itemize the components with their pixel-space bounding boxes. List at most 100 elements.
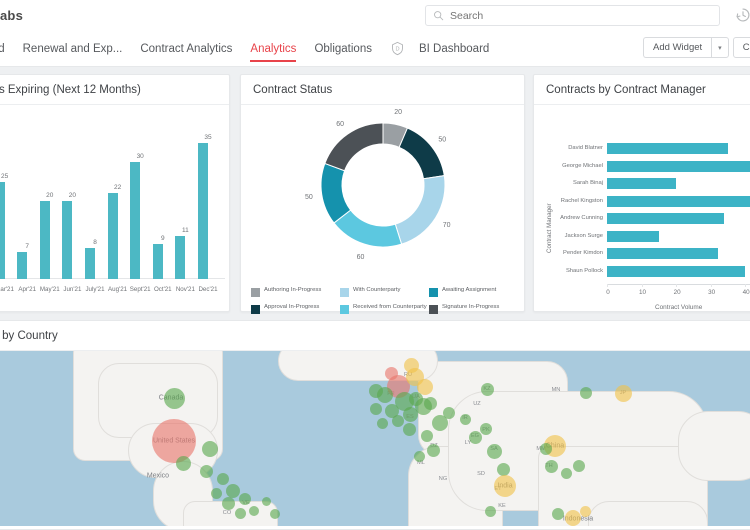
tab-contract-analytics[interactable]: Contract Analytics [140,31,232,67]
map-bubble[interactable] [369,384,383,398]
bar-Apr'21[interactable] [17,251,28,279]
map-bubble[interactable] [579,505,591,517]
map-bubble[interactable] [552,508,564,520]
map-bubble[interactable] [540,443,552,455]
bar-Mar'21[interactable] [0,181,5,279]
clock-history-icon[interactable] [735,7,750,23]
map-landmass [588,501,708,526]
donut-slice-with-counterparty[interactable] [394,175,446,245]
bar-Oct'21[interactable] [152,243,163,279]
map-bubble[interactable] [468,430,482,444]
bar-Jun'21[interactable] [62,201,73,279]
donut-value-label: 60 [357,254,365,261]
map-bubble[interactable] [496,462,510,476]
bar-May'21[interactable] [39,201,50,279]
map-bubble[interactable] [234,507,246,519]
hbar-shaun-pollock[interactable] [607,265,746,277]
legend-item-signature-in-progress[interactable]: Signature In-Progress [429,304,516,314]
donut-slice-signature-in-progress[interactable] [324,122,384,172]
map-country-label-ke: KE [498,503,506,509]
create-button[interactable]: Cre [732,37,750,58]
legend-item-with-counterparty[interactable]: With Counterparty [340,287,427,297]
map-bubble[interactable] [403,357,419,373]
bar-value-label: 30 [136,153,144,161]
map-bubble[interactable] [221,496,235,510]
bar-Nov'21[interactable] [175,236,186,279]
map-bubble[interactable] [384,366,398,380]
tab-renewal-and-expiry[interactable]: Renewal and Exp... [23,31,123,67]
map-bubble[interactable] [409,392,423,406]
hbar-george-michael[interactable] [607,160,750,172]
bar-Aug'21[interactable] [107,193,118,279]
donut-value-label: 70 [443,222,451,229]
map-bubble[interactable] [614,384,632,402]
nav-actions: Add Widget ▾ Cre [643,37,750,58]
hbar-rachel-kingston[interactable] [607,195,750,207]
map-bubble[interactable] [392,415,404,427]
donut-legend: Authoring In-Progress With Counterparty Aw… [251,287,516,314]
map-bubble[interactable] [423,396,437,410]
map-bubble[interactable] [226,484,240,498]
map-bubble[interactable] [199,464,213,478]
map-bubble[interactable] [217,473,229,485]
tab-obligation-badge[interactable]: D [390,31,405,67]
map-bubble[interactable] [152,419,196,463]
legend-item-approval-in-progress[interactable]: Approval In-Progress [251,304,338,314]
panel-title-contracts-by-manager: Contracts by Contract Manager [534,75,750,105]
legend-item-awaiting-assignment[interactable]: Awaiting Assignment [429,287,516,297]
map-bubble[interactable] [402,422,416,436]
map-bubble[interactable] [249,506,259,516]
map-bubble[interactable] [210,487,222,499]
bar-Dec'21[interactable] [198,142,208,279]
map-bubble[interactable] [239,493,251,505]
map-bubble[interactable] [163,387,185,409]
hbar-david-blatner[interactable] [607,143,728,154]
tab-bi-dashboard[interactable]: BI Dashboard [419,31,489,67]
map-bubble[interactable] [443,407,455,419]
map-bubble[interactable] [480,382,494,396]
search-input[interactable] [450,9,712,22]
x-tick-mark [710,284,712,287]
tab-obligations[interactable]: Obligations [314,31,372,67]
map-bubble[interactable] [486,443,502,459]
map-bubble[interactable] [175,455,191,471]
legend-item-received-from-counterparty[interactable]: Received from Counterparty [340,304,427,314]
hbar-jackson-surge[interactable] [607,230,659,242]
add-widget-dropdown-arrow[interactable]: ▾ [711,37,729,58]
chart-contracts-expiring: 25Mar'217Apr'2120May'2120Jun'218July'212… [0,105,229,305]
map-bubble[interactable] [370,403,382,415]
map-bubble[interactable] [426,443,440,457]
search-box[interactable] [425,5,720,26]
panel-title-contracts-by-country: ts by Country [0,321,750,351]
map-bubble[interactable] [573,460,585,472]
map-bubble[interactable] [484,505,496,517]
add-widget-button[interactable]: Add Widget [643,37,712,58]
donut-value-label: 50 [438,137,446,144]
map-bubble[interactable] [376,417,388,429]
bar-Sept'21[interactable] [130,162,141,279]
map-bubble[interactable] [459,413,471,425]
map-bubble[interactable] [261,496,271,506]
map-bubble[interactable] [565,510,581,526]
legend-item-authoring-in-progress[interactable]: Authoring In-Progress [251,287,338,297]
hbar-andrew-cunning[interactable] [607,213,725,224]
x-tick-label-40: 40 [742,289,750,296]
map-bubble[interactable] [421,430,433,442]
map-bubble[interactable] [270,509,280,519]
map-bubble[interactable] [413,450,425,462]
map-bubble[interactable] [480,423,492,435]
map-bubble[interactable] [544,459,558,473]
panel-contracts-by-country: ts by Country CanadaUnited StatesMexicoC… [0,320,750,530]
map-bubble[interactable] [580,387,592,399]
panel-title-contract-status: Contract Status [241,75,524,105]
hbar-sarah-binaj[interactable] [607,178,677,189]
bar-July'21[interactable] [85,247,95,279]
map-bubble[interactable] [494,475,516,497]
map-bubble[interactable] [202,441,218,457]
hbar-pender-kimdon[interactable] [607,248,718,259]
tab-dashboard[interactable]: ard [0,31,5,67]
map-country-label-uz: UZ [473,401,481,407]
map-bubble[interactable] [560,467,572,479]
tab-analytics[interactable]: Analytics [250,31,297,67]
donut-slice-awaiting-assignment[interactable] [320,162,352,224]
